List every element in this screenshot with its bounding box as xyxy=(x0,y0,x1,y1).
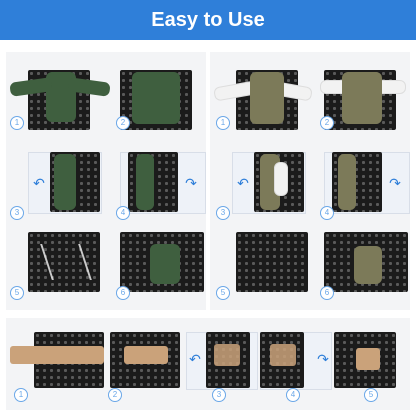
right-step-3-illustration: ↶ 3 xyxy=(214,142,310,220)
rotate-right-icon: ↷ xyxy=(389,175,401,191)
folding-board xyxy=(236,232,308,292)
olive-shirt xyxy=(342,72,382,124)
left-step-3-illustration: ↶ 3 xyxy=(10,142,106,220)
folded-shirt xyxy=(354,246,382,284)
green-shirt xyxy=(54,154,76,210)
right-step-6-illustration: 6 xyxy=(314,226,410,300)
right-step-2-illustration: 2 xyxy=(314,62,410,132)
step-number-badge: 2 xyxy=(108,388,122,402)
bottom-step-1-illustration: 1 xyxy=(10,326,106,402)
step-number-badge: 1 xyxy=(10,116,24,130)
folded-pants xyxy=(356,348,380,370)
step-number-badge: 4 xyxy=(320,206,334,220)
header-banner: Easy to Use xyxy=(0,0,416,40)
white-sleeve xyxy=(274,162,288,196)
pants xyxy=(270,344,296,366)
left-step-2-illustration: 2 xyxy=(110,62,206,132)
pants xyxy=(124,346,168,364)
step-number-badge: 4 xyxy=(286,388,300,402)
step-number-badge: 2 xyxy=(116,116,130,130)
rotate-left-icon: ↶ xyxy=(237,175,249,191)
left-step-1-illustration: 1 xyxy=(9,62,111,132)
rotate-left-icon: ↶ xyxy=(33,175,45,191)
green-shirt xyxy=(132,72,180,124)
pants xyxy=(10,346,104,364)
bottom-step-2-illustration: 2 xyxy=(104,326,186,402)
rotate-right-icon: ↷ xyxy=(185,175,197,191)
step-number-badge: 3 xyxy=(10,206,24,220)
step-number-badge: 6 xyxy=(116,286,130,300)
right-step-5-illustration: 5 xyxy=(214,226,310,300)
bottom-step-5-illustration: 5 xyxy=(334,326,406,402)
step-number-badge: 5 xyxy=(364,388,378,402)
green-shirt xyxy=(136,154,154,210)
page-title: Easy to Use xyxy=(151,8,265,31)
folded-shirt xyxy=(150,244,180,284)
bottom-step-4-illustration: ↷ 4 xyxy=(260,326,334,402)
step-number-badge: 2 xyxy=(320,116,334,130)
rotate-left-icon: ↶ xyxy=(189,351,201,367)
step-number-badge: 6 xyxy=(320,286,334,300)
step-number-badge: 5 xyxy=(216,286,230,300)
rotate-right-icon: ↷ xyxy=(317,351,329,367)
left-step-6-illustration: 6 xyxy=(110,226,206,300)
step-number-badge: 5 xyxy=(10,286,24,300)
right-step-4-illustration: ↷ 4 xyxy=(314,142,410,220)
step-number-badge: 1 xyxy=(14,388,28,402)
right-step-1-illustration: 1 xyxy=(213,62,313,132)
left-step-5-illustration: 5 xyxy=(10,226,106,300)
pants xyxy=(214,344,240,366)
step-number-badge: 3 xyxy=(212,388,226,402)
olive-shirt xyxy=(250,72,284,124)
bottom-step-3-illustration: ↶ 3 xyxy=(186,326,260,402)
step-number-badge: 3 xyxy=(216,206,230,220)
left-step-4-illustration: ↷ 4 xyxy=(110,142,206,220)
olive-shirt xyxy=(338,154,356,210)
step-number-badge: 1 xyxy=(216,116,230,130)
step-number-badge: 4 xyxy=(116,206,130,220)
